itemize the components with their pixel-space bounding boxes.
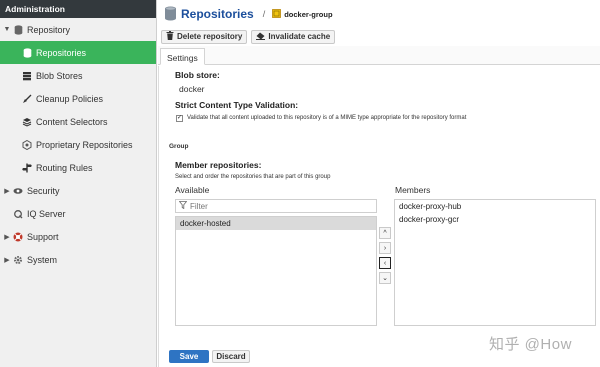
sidebar-item-label: Support [27, 231, 59, 242]
sidebar-item-repository[interactable]: ▼ Repository [0, 18, 156, 41]
sidebar-item-system[interactable]: ▶ System [0, 248, 156, 271]
add-to-members-button[interactable]: › [379, 242, 391, 254]
list-item[interactable]: docker-proxy-hub [395, 200, 595, 213]
sidebar: Administration ▼ Repository Repositories… [0, 0, 157, 367]
breadcrumb: Repositories / docker-group [158, 0, 600, 28]
chevron-left-icon: ‹ [383, 259, 387, 267]
sidebar-item-content-selectors[interactable]: Content Selectors [0, 110, 156, 133]
sidebar-item-iq-server[interactable]: IQ Server [0, 202, 156, 225]
toolbar: Delete repository Invalidate cache [158, 28, 600, 45]
tab-settings[interactable]: Settings [160, 48, 205, 65]
support-icon [13, 232, 23, 242]
members-label: Members [395, 185, 431, 195]
sidebar-item-label: Proprietary Repositories [36, 139, 133, 150]
sidebar-item-proprietary-repositories[interactable]: Proprietary Repositories [0, 133, 156, 156]
filter-field[interactable] [175, 199, 377, 213]
available-label: Available [175, 185, 210, 195]
list-item[interactable]: docker-proxy-gcr [395, 213, 595, 226]
eraser-icon [256, 32, 266, 42]
chevron-right-icon: › [383, 244, 387, 252]
sidebar-item-label: Repository [27, 24, 71, 35]
group-repo-icon [272, 8, 282, 20]
delete-repository-button[interactable]: Delete repository [161, 29, 248, 44]
sidebar-header: Administration [0, 0, 156, 18]
server-icon [22, 71, 32, 81]
filter-input[interactable] [190, 201, 370, 211]
hexagon-icon [22, 139, 32, 150]
tab-bar: Settings [158, 46, 600, 65]
sidebar-item-blob-stores[interactable]: Blob Stores [0, 64, 156, 87]
settings-form: Blob store: docker Strict Content Type V… [158, 66, 600, 367]
trash-icon [166, 31, 174, 42]
database-icon [22, 47, 32, 58]
caret-down-icon[interactable]: ▼ [3, 26, 11, 33]
strict-validation-checkbox[interactable]: ✓ [176, 115, 183, 122]
chevron-up-icon: ^ [383, 229, 387, 237]
strict-validation-label: Strict Content Type Validation: [175, 100, 299, 110]
group-section-title: Group [169, 143, 189, 150]
gear-icon [13, 255, 23, 265]
blob-store-value: docker [179, 84, 205, 94]
move-up-button[interactable]: ^ [379, 227, 391, 239]
caret-right-icon[interactable]: ▶ [3, 187, 11, 195]
chevron-down-icon: ⌄ [382, 275, 388, 282]
member-repositories-label: Member repositories: [175, 160, 262, 170]
caret-right-icon[interactable]: ▶ [3, 233, 11, 241]
iq-icon [13, 209, 23, 219]
delete-repository-label: Delete repository [177, 32, 243, 41]
available-list[interactable]: docker-hosted [175, 216, 377, 326]
watermark: 知乎 @How [489, 336, 572, 353]
sidebar-item-label: Cleanup Policies [36, 93, 104, 104]
sidebar-item-label: Content Selectors [36, 116, 108, 127]
sidebar-item-label: Blob Stores [36, 70, 83, 81]
broom-icon [22, 94, 32, 104]
sidebar-item-label: System [27, 254, 58, 265]
sidebar-item-repositories[interactable]: Repositories [0, 41, 156, 64]
blob-store-label: Blob store: [175, 70, 220, 80]
sidebar-item-support[interactable]: ▶ Support [0, 225, 156, 248]
filter-icon [178, 201, 188, 211]
member-repositories-help: Select and order the repositories that a… [175, 174, 331, 180]
main-panel: Repositories / docker-group Delete repos… [158, 0, 600, 367]
database-icon [164, 6, 177, 23]
eye-icon [13, 186, 23, 196]
sidebar-item-label: IQ Server [27, 208, 66, 219]
sidebar-item-routing-rules[interactable]: Routing Rules [0, 156, 156, 179]
database-icon [13, 24, 23, 35]
sidebar-item-security[interactable]: ▶ Security [0, 179, 156, 202]
caret-right-icon[interactable]: ▶ [3, 256, 11, 264]
sidebar-item-label: Security [27, 185, 60, 196]
remove-from-members-button[interactable]: ‹ [379, 257, 391, 269]
sidebar-item-cleanup-policies[interactable]: Cleanup Policies [0, 87, 156, 110]
page-title[interactable]: Repositories [181, 7, 254, 21]
strict-validation-text: Validate that all content uploaded to th… [187, 115, 467, 121]
invalidate-cache-button[interactable]: Invalidate cache [251, 29, 336, 44]
sidebar-item-label: Routing Rules [36, 162, 93, 173]
layers-icon [22, 117, 32, 127]
route-icon [22, 163, 32, 173]
discard-button[interactable]: Discard [212, 350, 250, 363]
breadcrumb-separator: / [262, 9, 266, 19]
list-item[interactable]: docker-hosted [176, 217, 376, 230]
move-down-button[interactable]: ⌄ [379, 272, 391, 284]
members-list[interactable]: docker-proxy-hub docker-proxy-gcr [394, 199, 596, 326]
sidebar-item-label: Repositories [36, 47, 87, 58]
invalidate-cache-label: Invalidate cache [268, 32, 331, 41]
save-button[interactable]: Save [169, 350, 209, 363]
breadcrumb-current: docker-group [284, 9, 333, 19]
